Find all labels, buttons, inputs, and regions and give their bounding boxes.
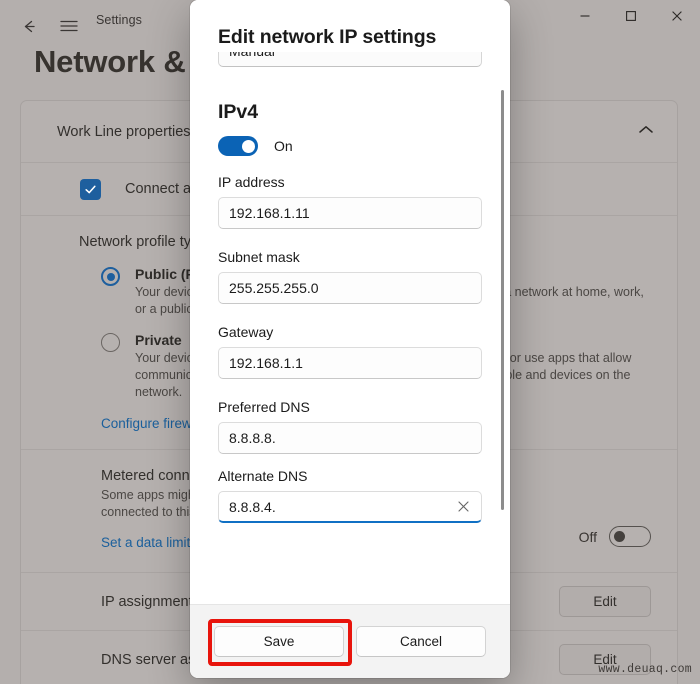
- ipv4-section-title: IPv4: [218, 101, 259, 123]
- alternate-dns-input[interactable]: 8.8.8.4.: [218, 491, 482, 523]
- gateway-input[interactable]: 192.168.1.1: [218, 347, 482, 379]
- metered-toggle-state: Off: [578, 528, 597, 545]
- site-watermark: www.deuaq.com: [598, 663, 692, 676]
- card-header-label: Work Line properties: [57, 123, 191, 140]
- ip-address-label: IP address: [218, 174, 285, 190]
- radio-private[interactable]: [101, 333, 120, 352]
- connect-automatically-checkbox[interactable]: [80, 179, 101, 200]
- ipv4-toggle-row: On: [218, 136, 482, 156]
- ipv4-toggle[interactable]: [218, 136, 258, 156]
- preferred-dns-input[interactable]: 8.8.8.8.: [218, 422, 482, 454]
- subnet-mask-input[interactable]: 255.255.255.0: [218, 272, 482, 304]
- cancel-button[interactable]: Cancel: [356, 626, 486, 657]
- ipv4-toggle-state: On: [274, 138, 293, 154]
- ip-address-input[interactable]: 192.168.1.11: [218, 197, 482, 229]
- hamburger-menu-icon[interactable]: [46, 8, 92, 44]
- screenshot-root: Settings Network & internet > Work Line …: [0, 0, 700, 684]
- preferred-dns-label: Preferred DNS: [218, 399, 310, 415]
- chevron-up-icon[interactable]: [639, 125, 653, 134]
- dialog-title: Edit network IP settings: [218, 26, 437, 48]
- alternate-dns-value: 8.8.8.4.: [229, 498, 276, 515]
- clear-icon[interactable]: [454, 498, 472, 516]
- maximize-button[interactable]: [608, 0, 654, 32]
- dialog-scroll-body: Manual IPv4 On IP address 192.168.1.11 S…: [190, 0, 510, 604]
- app-title: Settings: [96, 13, 142, 27]
- gateway-label: Gateway: [218, 324, 274, 340]
- radio-public[interactable]: [101, 267, 120, 286]
- ip-assignment-label: IP assignment:: [101, 593, 197, 610]
- ip-assignment-edit-button[interactable]: Edit: [559, 586, 651, 617]
- dialog-scrollbar[interactable]: [501, 90, 504, 510]
- save-button[interactable]: Save: [214, 626, 344, 657]
- edit-network-ip-settings-dialog: Manual IPv4 On IP address 192.168.1.11 S…: [190, 0, 510, 678]
- dialog-footer: Save Cancel: [190, 604, 510, 678]
- minimize-button[interactable]: [562, 0, 608, 32]
- alternate-dns-label: Alternate DNS: [218, 468, 308, 484]
- metered-toggle-group: Off: [579, 526, 651, 547]
- subnet-mask-label: Subnet mask: [218, 249, 300, 265]
- window-controls: [562, 0, 700, 32]
- close-button[interactable]: [654, 0, 700, 32]
- metered-toggle[interactable]: [609, 526, 651, 547]
